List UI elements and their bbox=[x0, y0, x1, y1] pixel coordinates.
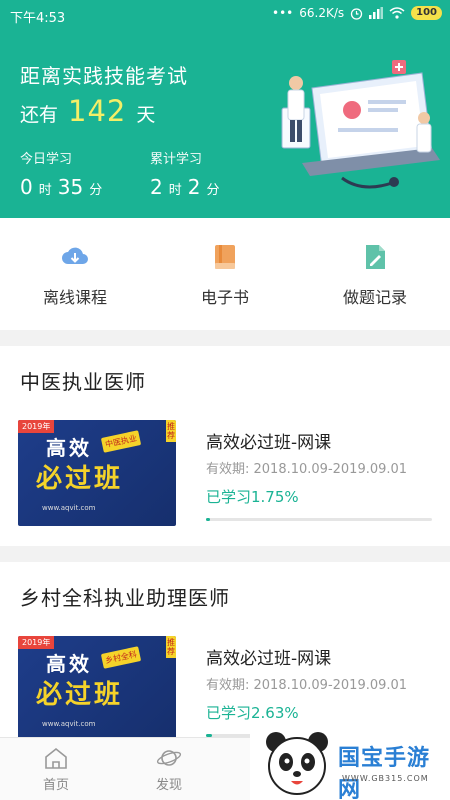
course-thumbnail: 2019年 推荐 高效 乡村全科 必过班 www.aqvit.com bbox=[18, 636, 176, 742]
exercise-record-icon bbox=[366, 245, 385, 269]
thumb-site: www.aqvit.com bbox=[42, 720, 96, 728]
total-hours: 2 bbox=[150, 175, 163, 199]
course-progress-text: 已学习1.75% bbox=[206, 488, 299, 506]
medical-illustration bbox=[281, 60, 440, 189]
minute-unit: 分 bbox=[206, 183, 220, 198]
thumb-site: www.aqvit.com bbox=[42, 504, 96, 512]
today-study-label: 今日学习 bbox=[20, 152, 73, 167]
course-name: 高效必过班-网课 bbox=[206, 433, 332, 453]
watermark-url: WWW.GB315.COM bbox=[342, 774, 429, 783]
today-minutes: 35 bbox=[57, 175, 84, 199]
status-icons: ••• 66.2K/s 100 bbox=[272, 6, 442, 20]
offline-courses-label: 离线课程 bbox=[42, 288, 107, 307]
exam-countdown-title: 距离实践技能考试 bbox=[20, 64, 188, 88]
progress-fill bbox=[206, 518, 210, 521]
course-section: 中医执业医师 2019年 推荐 高效 中医执业 必过班 www.aqvit.co… bbox=[0, 346, 450, 546]
nav-discover[interactable]: 发现 bbox=[139, 746, 199, 793]
battery-indicator: 100 bbox=[411, 6, 442, 20]
network-speed: 66.2K/s bbox=[299, 6, 345, 20]
book-icon bbox=[215, 245, 235, 269]
nav-discover-label: 发现 bbox=[155, 778, 182, 793]
thumb-tag: 中医执业 bbox=[100, 430, 142, 453]
remain-days-number: 142 bbox=[68, 94, 127, 128]
course-thumbnail: 2019年 推荐 高效 中医执业 必过班 www.aqvit.com bbox=[18, 420, 176, 526]
total-study-stat: 累计学习 2 时 2 分 bbox=[150, 148, 220, 199]
quick-actions: 离线课程 电子书 做题记录 bbox=[0, 218, 450, 330]
section-title: 乡村全科执业助理医师 bbox=[20, 586, 230, 610]
ebook-label: 电子书 bbox=[200, 288, 249, 307]
total-minutes: 2 bbox=[187, 175, 201, 199]
course-progress-bar bbox=[206, 518, 432, 521]
remain-prefix: 还有 bbox=[20, 104, 59, 126]
thumb-tag: 乡村全科 bbox=[100, 646, 142, 669]
hour-unit: 时 bbox=[168, 183, 182, 198]
course-card[interactable]: 2019年 推荐 高效 中医执业 必过班 www.aqvit.com 高效必过班… bbox=[18, 420, 432, 528]
wifi-icon bbox=[389, 7, 405, 19]
offline-courses-button[interactable]: 离线课程 bbox=[0, 218, 150, 330]
today-hours: 0 bbox=[20, 175, 33, 199]
planet-icon bbox=[156, 750, 182, 766]
hour-unit: 时 bbox=[38, 183, 52, 198]
course-progress-text: 已学习2.63% bbox=[206, 704, 299, 722]
exercise-record-label: 做题记录 bbox=[342, 288, 407, 307]
course-section: 乡村全科执业助理医师 2019年 推荐 高效 乡村全科 必过班 www.aqvi… bbox=[0, 562, 450, 742]
thumb-recommend-badge: 推荐 bbox=[166, 636, 176, 658]
course-name: 高效必过班-网课 bbox=[206, 649, 332, 669]
remaining-days: 还有 142 天 bbox=[20, 94, 155, 128]
course-validity: 有效期: 2018.10.09-2019.09.01 bbox=[206, 462, 408, 477]
nav-home-label: 首页 bbox=[42, 778, 69, 793]
ebook-button[interactable]: 电子书 bbox=[150, 218, 300, 330]
alarm-icon bbox=[350, 7, 363, 20]
thumb-recommend-badge: 推荐 bbox=[166, 420, 176, 442]
dots-icon: ••• bbox=[272, 6, 294, 20]
nav-home[interactable]: 首页 bbox=[26, 746, 86, 793]
thumb-line2: 必过班 bbox=[36, 680, 124, 710]
signal-icon bbox=[369, 7, 384, 19]
status-time: 下午4:53 bbox=[10, 11, 66, 26]
thumb-line1: 高效 bbox=[46, 652, 92, 676]
home-icon bbox=[45, 747, 67, 769]
course-validity: 有效期: 2018.10.09-2019.09.01 bbox=[206, 678, 408, 693]
remain-suffix: 天 bbox=[136, 104, 156, 126]
today-study-stat: 今日学习 0 时 35 分 bbox=[20, 148, 102, 199]
total-study-label: 累计学习 bbox=[150, 152, 203, 167]
exercise-record-button[interactable]: 做题记录 bbox=[300, 218, 450, 330]
minute-unit: 分 bbox=[89, 183, 103, 198]
thumb-line1: 高效 bbox=[46, 436, 92, 460]
hero-banner: 下午4:53 ••• 66.2K/s 100 距离实践技能考试 还有 142 天… bbox=[0, 0, 450, 218]
thumb-line2: 必过班 bbox=[36, 464, 124, 494]
panda-logo-icon bbox=[266, 732, 328, 795]
section-title: 中医执业医师 bbox=[20, 370, 146, 394]
watermark-name: 国宝手游网 bbox=[338, 746, 431, 800]
status-bar: 下午4:53 ••• 66.2K/s 100 bbox=[0, 0, 450, 30]
cloud-download-icon bbox=[62, 247, 88, 264]
watermark: 国宝手游网 WWW.GB315.COM bbox=[250, 722, 450, 800]
